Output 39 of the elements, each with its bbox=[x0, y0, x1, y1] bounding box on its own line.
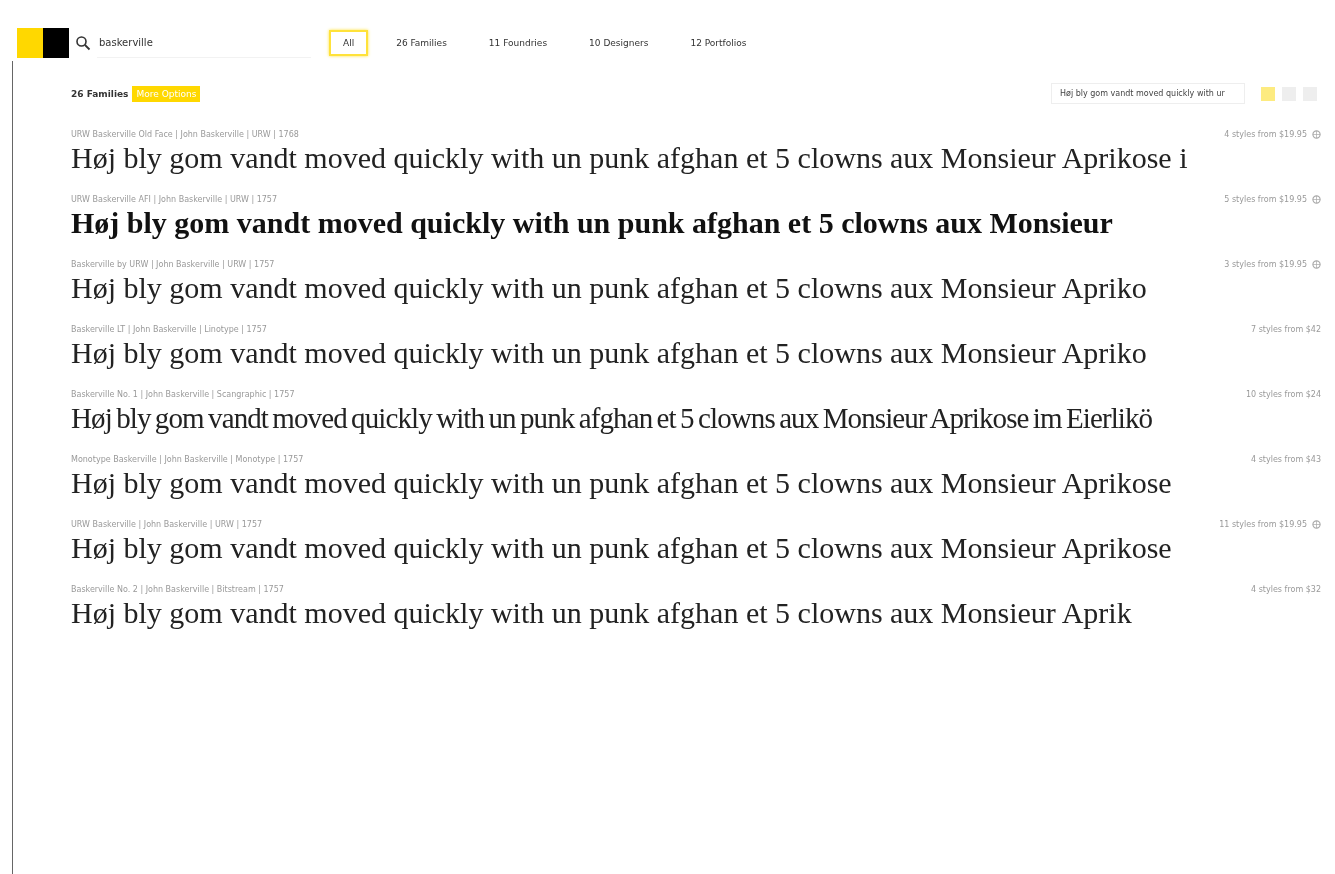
font-sample[interactable]: Høj bly gom vandt moved quickly with un punk afghan et 5 clowns aux Monsieur Apriko bbox=[71, 334, 1335, 372]
globe-icon[interactable] bbox=[1312, 520, 1321, 529]
search-icon bbox=[75, 35, 91, 51]
font-info: Baskerville LT | John Baskerville | Linotype | 1757 bbox=[71, 325, 267, 334]
font-info: URW Baskerville AFI | John Baskerville | URW | 1757 bbox=[71, 195, 278, 204]
font-sample[interactable]: Høj bly gom vandt moved quickly with un punk afghan et 5 clowns aux Monsieur Aprikose i bbox=[71, 139, 1335, 177]
search-field[interactable]: baskerville bbox=[97, 28, 311, 58]
results-count: 26 Families bbox=[71, 88, 129, 99]
price-text: 3 styles from $19.95 bbox=[1224, 260, 1307, 269]
filter-tab[interactable]: All bbox=[329, 30, 369, 56]
price-text: 7 styles from $42 bbox=[1251, 325, 1321, 334]
font-info: Baskerville No. 2 | John Baskerville | Bitstream | 1757 bbox=[71, 585, 284, 594]
font-sample[interactable]: Høj bly gom vandt moved quickly with un punk afghan et 5 clowns aux Monsieur Aprikose bbox=[71, 529, 1335, 567]
globe-icon[interactable] bbox=[1312, 260, 1321, 269]
filter-tab[interactable]: 10 Designers bbox=[575, 30, 663, 56]
font-sample[interactable]: Høj bly gom vandt moved quickly with un punk afghan et 5 clowns aux Monsieur bbox=[71, 204, 1335, 242]
logo-icon[interactable] bbox=[17, 28, 69, 58]
globe-icon[interactable] bbox=[1312, 195, 1321, 204]
price-text: 4 styles from $32 bbox=[1251, 585, 1321, 594]
price-text: 10 styles from $24 bbox=[1245, 390, 1321, 399]
font-sample[interactable]: Høj bly gom vandt moved quickly with un punk afghan et 5 clowns aux Monsieur Aprikose bbox=[71, 464, 1335, 502]
font-info: URW Baskerville Old Face | John Baskerville | URW | 1768 bbox=[71, 130, 299, 139]
font-sample[interactable]: Høj bly gom vandt moved quickly with un punk afghan et 5 clowns aux Monsieur Aprikose im Eierlikö bbox=[71, 399, 1335, 437]
price-text: 11 styles from $19.95 bbox=[1219, 520, 1307, 529]
font-sample[interactable]: Høj bly gom vandt moved quickly with un punk afghan et 5 clowns aux Monsieur Apriko bbox=[71, 269, 1335, 307]
price-text: 5 styles from $19.95 bbox=[1224, 195, 1307, 204]
price-text: 4 styles from $43 bbox=[1251, 455, 1321, 464]
filter-tab[interactable]: 12 Portfolios bbox=[676, 30, 761, 56]
font-info: Monotype Baskerville | John Baskerville | Monotype | 1757 bbox=[71, 455, 304, 464]
font-info: Baskerville by URW | John Baskerville | URW | 1757 bbox=[71, 260, 275, 269]
filter-tab[interactable]: 11 Foundries bbox=[474, 30, 562, 56]
globe-icon[interactable] bbox=[1312, 130, 1321, 139]
font-sample[interactable]: Høj bly gom vandt moved quickly with un punk afghan et 5 clowns aux Monsieur Aprik bbox=[71, 594, 1335, 632]
view-toggle[interactable] bbox=[1261, 86, 1275, 101]
filter-tab[interactable]: 26 Families bbox=[382, 30, 461, 56]
font-info: URW Baskerville | John Baskerville | URW | 1757 bbox=[71, 520, 263, 529]
preview-text-field[interactable]: Høj bly gom vandt moved quickly with ur bbox=[1051, 83, 1245, 104]
price-text: 4 styles from $19.95 bbox=[1224, 130, 1307, 139]
font-info: Baskerville No. 1 | John Baskerville | Scangraphic | 1757 bbox=[71, 390, 295, 399]
